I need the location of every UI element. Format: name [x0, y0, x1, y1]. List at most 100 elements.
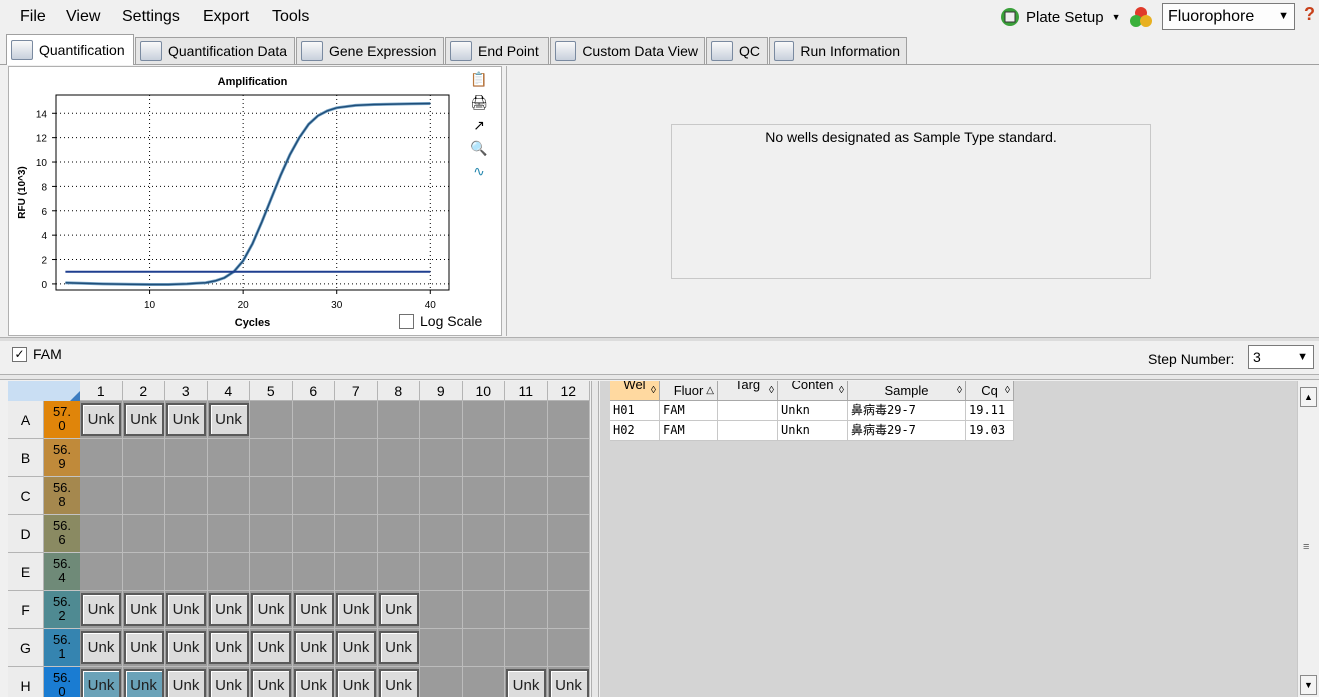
plate-well-H4[interactable]: Unk: [208, 669, 249, 697]
menu-settings[interactable]: Settings: [122, 7, 180, 27]
fluorophore-select[interactable]: Fluorophore ▼: [1162, 3, 1295, 30]
plate-row-header[interactable]: D: [8, 515, 44, 553]
fam-checkbox[interactable]: ✓: [12, 346, 27, 362]
menu-file[interactable]: File: [20, 7, 46, 27]
scroll-up-icon[interactable]: ▲: [1300, 387, 1317, 407]
table-column-header[interactable]: Conten ◊: [778, 381, 848, 401]
plate-well-H3[interactable]: Unk: [166, 669, 206, 697]
table-cell[interactable]: 19.11: [966, 401, 1014, 421]
plate-well-H5[interactable]: Unk: [251, 669, 291, 697]
plate-row-header[interactable]: G: [8, 629, 44, 667]
plate-well-G4[interactable]: Unk: [208, 631, 249, 664]
fam-filter[interactable]: ✓ FAM: [12, 346, 62, 362]
sort-icon[interactable]: ◊: [1005, 381, 1010, 400]
plate-well-G5[interactable]: Unk: [251, 631, 291, 664]
tab-end-point[interactable]: End Point: [445, 37, 549, 64]
table-column-header[interactable]: Wel ◊: [610, 381, 660, 401]
plate-column-header[interactable]: 4: [207, 381, 250, 401]
horizontal-splitter-lower[interactable]: [0, 374, 1319, 380]
step-number-select[interactable]: 3 ▼: [1248, 345, 1314, 369]
plate-well-H7[interactable]: Unk: [336, 669, 376, 697]
plate-select-all[interactable]: [8, 381, 80, 401]
plate-column-header[interactable]: 12: [547, 381, 590, 401]
plate-well-F2[interactable]: Unk: [123, 593, 164, 626]
plate-column-header[interactable]: 9: [420, 381, 463, 401]
plate-column-header[interactable]: 7: [335, 381, 378, 401]
table-cell[interactable]: Unkn: [778, 421, 848, 441]
table-cell[interactable]: H01: [610, 401, 660, 421]
tab-custom-data-view[interactable]: Custom Data View: [550, 37, 705, 64]
table-cell[interactable]: 鼻病毒29-7: [848, 421, 966, 441]
tab-gene-expression[interactable]: Gene Expression: [296, 37, 444, 64]
plate-well-F4[interactable]: Unk: [208, 593, 249, 626]
plate-well-H11[interactable]: Unk: [506, 669, 546, 697]
menu-tools[interactable]: Tools: [272, 7, 309, 27]
log-scale-toggle[interactable]: Log Scale: [399, 313, 482, 329]
plate-row-header[interactable]: B: [8, 439, 44, 477]
plate-well-H1[interactable]: Unk: [81, 669, 121, 697]
plate-column-header[interactable]: 11: [505, 381, 548, 401]
menu-view[interactable]: View: [66, 7, 100, 27]
plate-well-H8[interactable]: Unk: [378, 669, 419, 697]
plate-column-header[interactable]: 2: [122, 381, 165, 401]
sort-icon[interactable]: ◊: [957, 381, 962, 400]
export-icon[interactable]: ↗: [470, 117, 488, 133]
scroll-down-icon[interactable]: ▼: [1300, 675, 1317, 695]
sort-icon[interactable]: ◊: [769, 381, 774, 400]
plate-well-A1[interactable]: Unk: [81, 403, 121, 436]
table-cell[interactable]: [718, 421, 778, 441]
tab-run-information[interactable]: Run Information: [769, 37, 907, 64]
plate-row-header[interactable]: C: [8, 477, 44, 515]
plate-row-header[interactable]: F: [8, 591, 44, 629]
table-column-header[interactable]: Sample ◊: [848, 381, 966, 401]
plate-well-H2[interactable]: Unk: [123, 669, 164, 697]
tab-quantification[interactable]: Quantification: [6, 34, 134, 65]
traffic-light-icon[interactable]: [1128, 5, 1154, 29]
plate-column-header[interactable]: 5: [250, 381, 293, 401]
table-cell[interactable]: FAM: [660, 421, 718, 441]
curve-fit-icon[interactable]: ∿: [470, 163, 488, 179]
vertical-splitter[interactable]: [591, 381, 599, 697]
plate-well-G1[interactable]: Unk: [81, 631, 121, 664]
plate-well-G3[interactable]: Unk: [166, 631, 206, 664]
table-column-header[interactable]: Targ ◊: [718, 381, 778, 401]
table-cell[interactable]: 鼻病毒29-7: [848, 401, 966, 421]
plate-well-G7[interactable]: Unk: [336, 631, 376, 664]
menu-export[interactable]: Export: [203, 7, 249, 27]
plate-column-header[interactable]: 8: [377, 381, 420, 401]
table-cell[interactable]: [718, 401, 778, 421]
table-cell[interactable]: Unkn: [778, 401, 848, 421]
plate-well-F6[interactable]: Unk: [293, 593, 334, 626]
sort-icon[interactable]: ◊: [839, 381, 844, 400]
plate-column-header[interactable]: 6: [292, 381, 335, 401]
plate-well-F5[interactable]: Unk: [251, 593, 291, 626]
tab-qc[interactable]: QC: [706, 37, 768, 64]
scroll-grip-icon[interactable]: ≡: [1303, 541, 1309, 553]
plate-well-G6[interactable]: Unk: [293, 631, 334, 664]
log-scale-checkbox[interactable]: [399, 313, 414, 329]
plate-column-header[interactable]: 10: [462, 381, 505, 401]
plate-well-F8[interactable]: Unk: [378, 593, 419, 626]
plate-well-A4[interactable]: Unk: [208, 403, 249, 436]
copy-icon[interactable]: 📋: [470, 71, 488, 87]
table-cell[interactable]: 19.03: [966, 421, 1014, 441]
amplification-chart[interactable]: 10 20 30 40 0 2 4 6 8 10 12 14 Amplification Cycles RF…: [9, 67, 503, 337]
plate-column-header[interactable]: 1: [80, 381, 123, 401]
plate-well-H12[interactable]: Unk: [548, 669, 589, 697]
sort-icon[interactable]: ◊: [651, 381, 656, 400]
table-scrollbar[interactable]: ▲ ≡ ▼: [1297, 381, 1319, 697]
help-icon[interactable]: ?: [1304, 4, 1315, 25]
plate-row-header[interactable]: A: [8, 401, 44, 439]
plate-row-header[interactable]: E: [8, 553, 44, 591]
plate-well-H6[interactable]: Unk: [293, 669, 334, 697]
plate-well-A3[interactable]: Unk: [166, 403, 206, 436]
print-icon[interactable]: 🖨: [470, 94, 488, 110]
plate-well-G2[interactable]: Unk: [123, 631, 164, 664]
plate-setup-button[interactable]: Plate Setup ▼: [998, 3, 1120, 31]
plate-well-F7[interactable]: Unk: [336, 593, 376, 626]
horizontal-splitter[interactable]: [0, 337, 1319, 341]
plate-column-header[interactable]: 3: [165, 381, 208, 401]
tab-quantification-data[interactable]: Quantification Data: [135, 37, 295, 64]
table-column-header[interactable]: Cq ◊: [966, 381, 1014, 401]
plate-well-F3[interactable]: Unk: [166, 593, 206, 626]
